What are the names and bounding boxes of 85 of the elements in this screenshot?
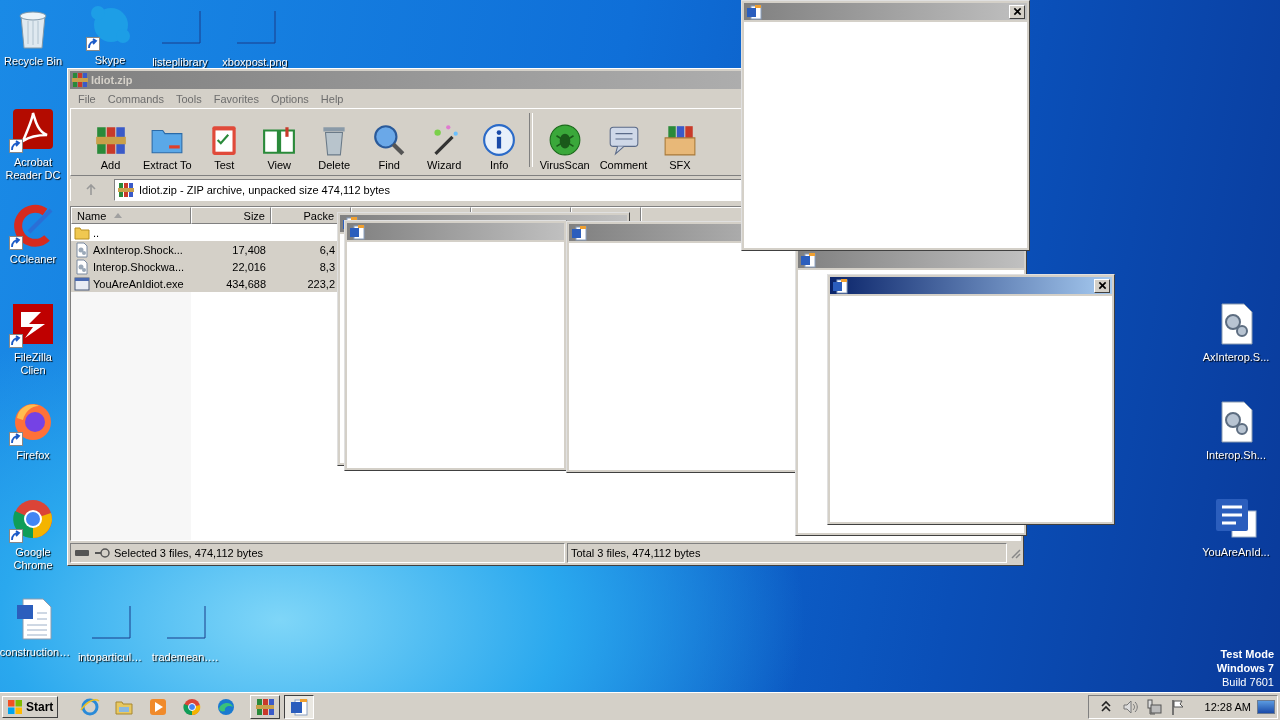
- icon-label: Interop.Sh...: [1206, 449, 1266, 462]
- file-name: YouAreAnIdiot.exe: [93, 277, 184, 290]
- icon-label: AxInterop.S...: [1202, 351, 1270, 364]
- settings-file-icon: [74, 258, 90, 275]
- column-header[interactable]: Name: [71, 207, 191, 224]
- arrow-up-icon: [84, 184, 97, 196]
- icon-label: Firefox: [16, 449, 50, 462]
- file-name: AxInterop.Shock...: [93, 243, 183, 256]
- icon-label: CCleaner: [9, 253, 57, 266]
- clock[interactable]: 12:28 AM: [1204, 700, 1251, 713]
- document-app-icon: [289, 696, 310, 717]
- close-button[interactable]: [1009, 4, 1025, 19]
- file-name: ..: [93, 226, 100, 239]
- toolbar-button[interactable]: Extract To: [138, 123, 197, 171]
- icon-label: Recycle Bin: [3, 55, 63, 68]
- toolbar-button[interactable]: Add: [83, 123, 138, 171]
- media-player-icon[interactable]: [148, 696, 169, 717]
- toolbar-button[interactable]: Find: [361, 123, 417, 171]
- document-app-icon: [832, 277, 848, 294]
- folder-icon: [74, 224, 90, 241]
- file-size: 434,688: [226, 277, 266, 290]
- archive-app-icon: [118, 182, 134, 198]
- document-app-icon: [571, 224, 587, 241]
- packed-size: 6,4: [319, 243, 335, 256]
- column-header[interactable]: Size: [191, 207, 271, 224]
- resize-grip-icon[interactable]: [1009, 547, 1021, 559]
- document-app-icon: [746, 3, 762, 20]
- toolbar-button[interactable]: View: [251, 123, 307, 171]
- menu-item[interactable]: Favorites: [207, 92, 265, 105]
- icon-label: Skype: [94, 54, 126, 67]
- status-text: Selected 3 files, 474,112 bytes: [114, 547, 263, 559]
- box-icon: [662, 123, 697, 157]
- icon-label: trademean….: [151, 651, 219, 664]
- file-name: Interop.Shockwa...: [93, 260, 185, 273]
- icon-label: YouAreAnId...: [1202, 546, 1270, 559]
- close-icon: [1097, 281, 1107, 290]
- key-icon: [94, 548, 110, 558]
- window-title: Idiot.zip: [91, 74, 133, 86]
- icon-label: xboxpost.png: [222, 56, 288, 69]
- file-size: 22,016: [232, 260, 266, 273]
- file-row[interactable]: ..: [71, 224, 1020, 241]
- program-file-icon: [74, 275, 90, 292]
- packed-size: 8,3: [319, 260, 335, 273]
- archive-app-icon: [255, 696, 276, 717]
- browser-icon[interactable]: [182, 696, 203, 717]
- drive-icon: [74, 548, 90, 558]
- document-app-icon: [349, 223, 365, 240]
- system-notice: Build 7601: [1222, 675, 1274, 689]
- close-icon: [1012, 7, 1022, 16]
- toolbar-button[interactable]: Wizard: [416, 123, 472, 171]
- system-notice: Test Mode: [1220, 647, 1274, 661]
- toolbar-button[interactable]: Delete: [306, 123, 362, 171]
- packed-size: 223,2: [307, 277, 335, 290]
- icon-label: FileZilla Clien: [13, 351, 53, 377]
- taskbar-button[interactable]: [284, 694, 315, 719]
- browser-icon[interactable]: [216, 696, 237, 717]
- document-app-icon: [800, 251, 816, 268]
- icon-label: listeplibrary: [152, 56, 208, 69]
- toolbar-button[interactable]: Comment: [594, 123, 653, 171]
- icon-label: construction…: [0, 646, 71, 659]
- menu-item[interactable]: Commands: [101, 92, 170, 105]
- show-desktop-button[interactable]: [1257, 699, 1275, 714]
- toolbar-button[interactable]: Info: [471, 123, 527, 171]
- browser-icon[interactable]: [80, 696, 101, 717]
- menu-item[interactable]: Tools: [170, 92, 208, 105]
- toolbar-button[interactable]: VirusScan: [534, 123, 595, 171]
- menu-item[interactable]: Options: [264, 92, 315, 105]
- bug-icon: [547, 123, 582, 157]
- archive-app-icon: [72, 72, 88, 88]
- close-button[interactable]: [1094, 278, 1110, 293]
- search-icon: [372, 123, 407, 157]
- icon-label: Acrobat Reader DC: [4, 156, 62, 182]
- status-text: Total 3 files, 474,112 bytes: [571, 547, 701, 559]
- icon-label: Google Chrome: [12, 546, 54, 572]
- icon-label: intoparticul…: [77, 651, 143, 664]
- settings-file-icon: [74, 241, 90, 258]
- toolbar-button[interactable]: Test: [196, 123, 252, 171]
- windows-flag-icon: [7, 698, 23, 715]
- start-button[interactable]: Start: [2, 695, 59, 718]
- address-text: Idiot.zip - ZIP archive, unpacked size 474,112 bytes: [139, 184, 390, 196]
- network-icon[interactable]: [1144, 697, 1163, 716]
- system-notice: Windows 7: [1216, 661, 1274, 675]
- info-icon: [482, 123, 517, 157]
- file-size: 17,408: [232, 243, 266, 256]
- toolbar-button[interactable]: SFX: [652, 123, 708, 171]
